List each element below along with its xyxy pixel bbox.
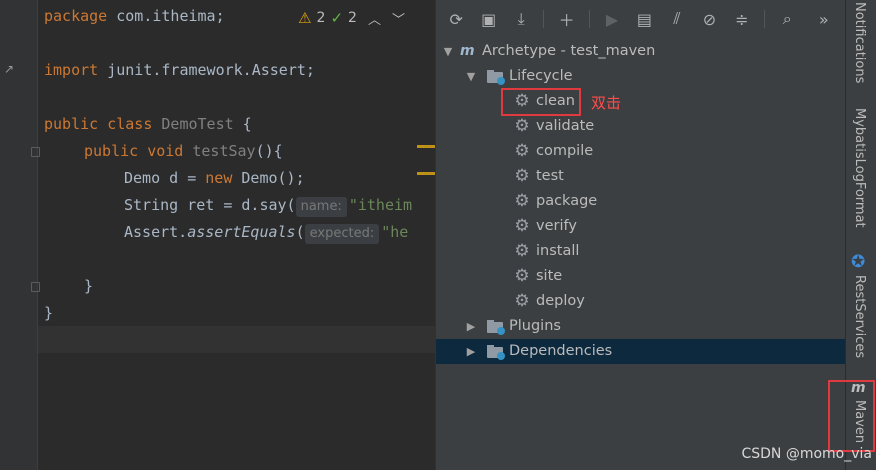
code-line-close-class[interactable]: } xyxy=(44,300,53,327)
lifecycle-folder-icon xyxy=(487,70,505,85)
double-click-annotation: 双击 xyxy=(591,94,622,112)
code-line-say[interactable]: String ret = d.say(name: "itheim xyxy=(124,192,412,219)
goal-deploy[interactable]: ⚙ deploy xyxy=(436,289,876,314)
previous-highlight-icon[interactable]: ︿ xyxy=(368,9,381,28)
run-icon[interactable]: ▶ xyxy=(602,8,622,30)
expand-arrow-icon[interactable]: ▼ xyxy=(442,39,454,64)
editor-gutter: ↗ xyxy=(0,0,40,470)
gear-icon: ⚙ xyxy=(514,141,530,161)
gear-icon: ⚙ xyxy=(514,241,530,261)
collapse-all-icon[interactable]: ≑ xyxy=(732,8,752,30)
fold-marker[interactable] xyxy=(31,282,40,292)
maven-tool-window: ⟳ ▣ ⤓ ＋ ▶ ▤ ⫽ ⊘ ≑ ⌕ » ▼ m Archetype - te… xyxy=(435,0,875,470)
code-line-assert[interactable]: Assert.assertEquals(expected: "he xyxy=(124,219,408,246)
code-line-import[interactable]: import junit.framework.Assert; xyxy=(44,57,315,84)
warning-icon: ⚠ xyxy=(298,9,312,27)
code-line-method[interactable]: public void testSay(){ xyxy=(84,138,283,165)
tree-dependencies[interactable]: ▶ Dependencies xyxy=(436,339,875,364)
toolbar-separator xyxy=(764,10,766,28)
warning-stripe-marker[interactable] xyxy=(417,172,435,175)
goal-test[interactable]: ⚙ test xyxy=(436,164,876,189)
goal-package[interactable]: ⚙ package xyxy=(436,189,876,214)
maven-tab-highlight-box xyxy=(828,380,875,452)
reload-icon[interactable]: ⟳ xyxy=(446,8,466,30)
mybatis-log-format-tab[interactable]: MybatisLogFormat xyxy=(852,108,867,228)
add-icon[interactable]: ＋ xyxy=(556,8,576,30)
code-line-package[interactable]: package com.itheima; xyxy=(44,3,225,30)
code-editor[interactable]: ↗ package com.itheima; import junit.fram… xyxy=(0,0,435,470)
goal-verify[interactable]: ⚙ verify xyxy=(436,214,876,239)
more-icon[interactable]: » xyxy=(814,8,834,30)
toolbar-separator xyxy=(588,10,590,28)
clean-highlight-box xyxy=(501,88,581,116)
current-line-highlight xyxy=(38,326,435,353)
rest-services-icon: ✪ xyxy=(851,252,866,272)
goal-install[interactable]: ⚙ install xyxy=(436,239,876,264)
code-line-close-method[interactable]: } xyxy=(84,273,93,300)
collapse-arrow-icon[interactable]: ▶ xyxy=(465,339,477,364)
code-line-new-demo[interactable]: Demo d = new Demo(); xyxy=(124,165,305,192)
generate-sources-icon[interactable]: ▣ xyxy=(478,8,498,30)
watermark: CSDN @momo_via xyxy=(741,446,872,462)
notifications-tab[interactable]: Notifications xyxy=(852,2,867,83)
inspection-widget[interactable]: ⚠ 2 ✓ 2 ︿ ﹀ xyxy=(292,8,405,28)
analyze-dependencies-icon[interactable]: ⌕ xyxy=(777,8,797,30)
tree-lifecycle[interactable]: ▼ Lifecycle xyxy=(436,64,875,89)
tree-plugins[interactable]: ▶ Plugins xyxy=(436,314,875,339)
weak-warning-count: 2 xyxy=(348,10,357,26)
maven-toolbar: ⟳ ▣ ⤓ ＋ ▶ ▤ ⫽ ⊘ ≑ ⌕ » xyxy=(436,0,846,38)
toolbar-separator xyxy=(543,10,545,28)
gear-icon: ⚙ xyxy=(514,291,530,311)
gear-icon: ⚙ xyxy=(514,191,530,211)
implemented-arrow-icon: ↗ xyxy=(4,62,15,76)
maven-project-icon: m xyxy=(460,43,475,59)
goal-site[interactable]: ⚙ site xyxy=(436,264,876,289)
warning-count: 2 xyxy=(316,10,326,26)
gear-icon: ⚙ xyxy=(514,116,530,136)
weak-warning-icon: ✓ xyxy=(330,9,344,27)
goal-compile[interactable]: ⚙ compile xyxy=(436,139,876,164)
execute-goal-icon[interactable]: ▤ xyxy=(634,8,654,30)
rest-services-tab[interactable]: RestServices xyxy=(852,275,867,358)
code-line-class[interactable]: public class DemoTest { xyxy=(44,111,252,138)
gear-icon: ⚙ xyxy=(514,216,530,236)
dependencies-folder-icon xyxy=(487,345,505,360)
warning-stripe-marker[interactable] xyxy=(417,145,435,148)
goal-validate[interactable]: ⚙ validate xyxy=(436,114,876,139)
expand-arrow-icon[interactable]: ▼ xyxy=(465,64,477,89)
plugins-folder-icon xyxy=(487,320,505,335)
gear-icon: ⚙ xyxy=(514,266,530,286)
param-hint: name: xyxy=(295,197,347,217)
param-hint: expected: xyxy=(304,224,380,244)
download-icon[interactable]: ⤓ xyxy=(511,8,531,30)
fold-marker[interactable] xyxy=(31,147,40,157)
gear-icon: ⚙ xyxy=(514,166,530,186)
skip-tests-icon[interactable]: ⊘ xyxy=(699,8,719,30)
tree-project-root[interactable]: ▼ m Archetype - test_maven xyxy=(436,39,852,64)
next-highlight-icon[interactable]: ﹀ xyxy=(392,9,405,28)
collapse-arrow-icon[interactable]: ▶ xyxy=(465,314,477,339)
toggle-offline-icon[interactable]: ⫽ xyxy=(667,8,687,30)
